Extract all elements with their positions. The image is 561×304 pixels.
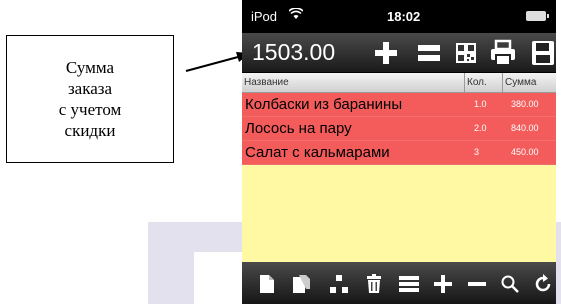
- status-time: 18:02: [387, 9, 421, 24]
- phone-screen: iPod 18:02 1503.00 Название Кол. Сумма К…: [242, 0, 556, 304]
- top-toolbar: 1503.00: [242, 33, 556, 73]
- item-name: Салат с кальмарами: [245, 144, 390, 161]
- status-bar: iPod 18:02: [242, 0, 556, 33]
- order-items-list: Колбаски из баранины 1.0 380.00 Лосось н…: [242, 93, 556, 262]
- callout-text: Сумма заказа с учетом скидки: [58, 58, 122, 140]
- column-divider: [464, 73, 465, 93]
- table-row[interactable]: Колбаски из баранины 1.0 380.00: [242, 93, 556, 117]
- printer-icon: [491, 39, 515, 66]
- new-document-button[interactable]: [254, 271, 280, 297]
- increase-button[interactable]: [430, 271, 456, 297]
- new-document-icon: [260, 275, 274, 293]
- list-button[interactable]: [396, 271, 422, 297]
- item-name: Колбаски из баранины: [245, 96, 403, 113]
- column-header-qty[interactable]: Кол.: [467, 77, 487, 88]
- item-name: Лосось на пару: [245, 120, 352, 137]
- hierarchy-icon: [330, 275, 348, 293]
- trash-icon: [367, 274, 381, 293]
- qr-code-icon: [456, 43, 476, 63]
- watermark-shape: [148, 222, 194, 304]
- item-sum: 380.00: [511, 99, 539, 109]
- table-row[interactable]: Салат с кальмарами 3 450.00: [242, 141, 556, 165]
- order-total: 1503.00: [252, 39, 336, 65]
- bottom-toolbar: [242, 262, 556, 304]
- battery-icon: [526, 11, 549, 21]
- plus-icon: [375, 42, 397, 64]
- equals-icon: [418, 45, 440, 61]
- column-header-sum[interactable]: Сумма: [505, 77, 536, 88]
- refresh-icon: [535, 274, 551, 292]
- decrease-button[interactable]: [464, 271, 490, 297]
- watermark-shape: [194, 222, 242, 252]
- item-qty: 1.0: [474, 99, 487, 109]
- item-sum: 840.00: [511, 123, 539, 133]
- item-sum: 450.00: [511, 147, 539, 157]
- copy-document-icon: [293, 275, 310, 293]
- search-button[interactable]: [497, 271, 523, 297]
- add-button[interactable]: [369, 37, 403, 69]
- wifi-icon: [288, 7, 304, 23]
- save-button[interactable]: [526, 37, 556, 69]
- hierarchy-button[interactable]: [326, 271, 352, 297]
- search-icon: [501, 275, 519, 293]
- table-header: Название Кол. Сумма: [242, 73, 556, 93]
- equals-button[interactable]: [412, 37, 446, 69]
- refresh-button[interactable]: [530, 271, 556, 297]
- minus-icon: [468, 282, 486, 286]
- callout-box: Сумма заказа с учетом скидки: [6, 35, 174, 163]
- list-icon: [399, 276, 419, 292]
- save-icon: [532, 41, 554, 65]
- copy-document-button[interactable]: [289, 271, 315, 297]
- print-button[interactable]: [486, 37, 520, 69]
- qr-code-button[interactable]: [449, 37, 483, 69]
- column-divider: [502, 73, 503, 93]
- carrier-label: iPod: [251, 9, 278, 24]
- item-qty: 2.0: [474, 123, 487, 133]
- item-qty: 3: [474, 147, 480, 157]
- table-row[interactable]: Лосось на пару 2.0 840.00: [242, 117, 556, 141]
- plus-icon: [434, 275, 452, 293]
- column-header-name[interactable]: Название: [244, 77, 289, 88]
- delete-button[interactable]: [361, 271, 387, 297]
